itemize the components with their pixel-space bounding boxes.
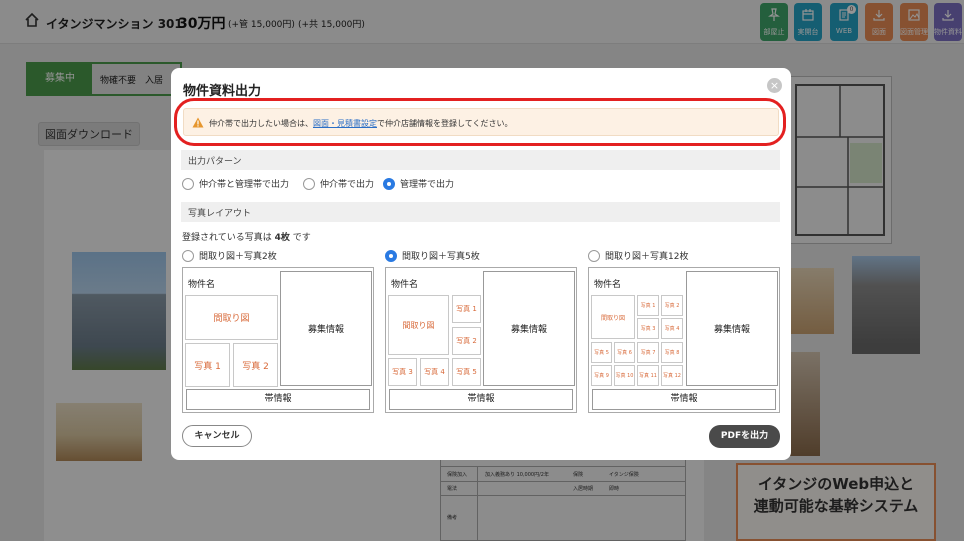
photo-count-text: 登録されている写真は 4枚 です <box>182 233 311 243</box>
layout-preview-5[interactable]: 物件名 間取り図 写真 1 写真 2 写真 3 写真 4 写真 5 募集情報 帯… <box>385 267 577 413</box>
photo-count: 4枚 <box>274 233 290 243</box>
radio-layout-2[interactable]: 間取り図＋写真2枚 <box>182 249 277 262</box>
layout-preview-2[interactable]: 物件名 間取り図 写真 1 写真 2 募集情報 帯情報 <box>182 267 374 413</box>
photo-cell: 写真 6 <box>614 342 635 363</box>
radio-layout-5[interactable]: 間取り図＋写真5枚 <box>385 249 480 262</box>
photo-cell: 写真 2 <box>452 327 481 355</box>
export-pdf-button[interactable]: PDFを出力 <box>709 425 780 448</box>
photo-cell: 写真 1 <box>637 295 659 316</box>
radio-button-selected[interactable] <box>383 177 395 190</box>
radio-both-bands[interactable]: 仲介帯と管理帯で出力 <box>182 177 289 190</box>
export-dialog: 物件資料出力 × 仲介帯で出力したい場合は、図面・見積書設定で仲介店舗情報を登録… <box>171 68 791 460</box>
photo-cell: 写真 3 <box>388 358 417 386</box>
photo-cell: 写真 2 <box>233 343 278 387</box>
output-pattern-heading: 出力パターン <box>181 150 780 170</box>
photo-cell: 写真 11 <box>637 365 659 386</box>
recruit-info-cell: 募集情報 <box>483 271 575 386</box>
photo-cell: 写真 4 <box>420 358 449 386</box>
photo-cell: 写真 1 <box>185 343 230 387</box>
radio-agent-band[interactable]: 仲介帯で出力 <box>303 177 374 190</box>
property-name-label: 物件名 <box>188 280 216 290</box>
close-icon[interactable]: × <box>767 78 782 93</box>
photo-cell: 写真 10 <box>614 365 635 386</box>
photo-cell: 写真 4 <box>661 318 683 339</box>
radio-button[interactable] <box>182 249 194 262</box>
photo-cell: 写真 2 <box>661 295 683 316</box>
photo-cell: 写真 5 <box>452 358 481 386</box>
radio-layout-12[interactable]: 間取り図＋写真12枚 <box>588 249 688 262</box>
photo-cell: 写真 3 <box>637 318 659 339</box>
floorplan-cell: 間取り図 <box>185 295 278 340</box>
photo-cell: 写真 12 <box>661 365 683 386</box>
property-name-label: 物件名 <box>391 280 419 290</box>
photo-layout-heading: 写真レイアウト <box>181 202 780 222</box>
property-name-label: 物件名 <box>594 280 622 290</box>
cancel-button[interactable]: キャンセル <box>182 425 252 447</box>
band-info-cell: 帯情報 <box>186 389 370 410</box>
radio-button[interactable] <box>303 177 315 190</box>
radio-button[interactable] <box>588 249 600 262</box>
floorplan-cell: 間取り図 <box>591 295 635 339</box>
photo-cell: 写真 5 <box>591 342 612 363</box>
dialog-title: 物件資料出力 <box>183 84 262 99</box>
highlight-outline <box>174 98 786 146</box>
photo-cell: 写真 1 <box>452 295 481 323</box>
radio-button-selected[interactable] <box>385 249 397 262</box>
photo-cell: 写真 9 <box>591 365 612 386</box>
recruit-info-cell: 募集情報 <box>280 271 372 386</box>
floorplan-cell: 間取り図 <box>388 295 449 355</box>
recruit-info-cell: 募集情報 <box>686 271 778 386</box>
photo-cell: 写真 8 <box>661 342 683 363</box>
radio-button[interactable] <box>182 177 194 190</box>
photo-cell: 写真 7 <box>637 342 659 363</box>
layout-preview-12[interactable]: 物件名 間取り図 写真 1 写真 2 写真 3 写真 4 写真 5 写真 6 写… <box>588 267 780 413</box>
band-info-cell: 帯情報 <box>389 389 573 410</box>
band-info-cell: 帯情報 <box>592 389 776 410</box>
radio-management-band[interactable]: 管理帯で出力 <box>383 177 454 190</box>
